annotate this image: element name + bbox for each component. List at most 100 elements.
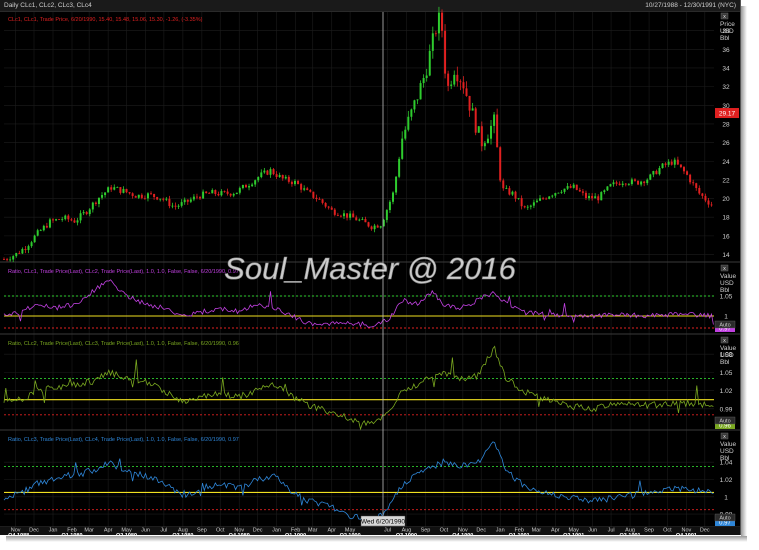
candle-body [637,180,640,185]
candle-body [459,81,462,83]
candle-body [156,197,159,200]
x-quarter-label: Q3 1989 [172,533,193,535]
candle-body [290,181,293,185]
candle-body [627,184,630,185]
candle-body [238,188,241,193]
candle-body [61,219,64,220]
candle-body [588,195,591,199]
candle-body [79,213,82,221]
ratio-series-line [3,441,714,526]
pane-close-icon: x [723,14,726,20]
candle-body [548,196,551,199]
candle-body [73,220,76,223]
candle-body [667,161,670,165]
y-tick-label: 1 [724,314,728,321]
y-tick-label: 1.02 [720,477,733,484]
candle-body [235,192,238,195]
candle-body [578,189,581,192]
candle-body [300,184,303,190]
candle-body [202,191,205,199]
candle-body [177,205,180,207]
candle-body [162,198,165,200]
candle-body [248,186,251,188]
auto-scale-label: Auto [719,419,730,425]
candle-body [67,215,70,220]
candle-body [55,219,58,221]
x-month-label: Mar [308,528,318,534]
y-tick-label: 1.02 [720,388,733,395]
candle-body [584,192,587,199]
candle-body [309,190,312,192]
auto-scale-label: Auto [719,323,730,329]
candle-body [545,198,548,200]
candle-body [306,188,309,191]
candle-body [603,190,606,193]
x-quarter-label: Q1 1989 [61,533,82,535]
candle-body [695,183,698,188]
x-month-label: Jan [272,528,281,534]
candle-body [640,181,643,185]
last-price-label: 29.17 [719,111,736,118]
candle-body [232,194,235,196]
candle-body [101,195,104,198]
candle-body [146,193,149,199]
candle-body [633,179,636,181]
chart-canvas[interactable]: CLc1, CLc1, Trade Price, 6/20/1990, 15.4… [0,0,740,535]
candle-body [658,168,661,175]
candle-body [428,50,431,76]
candle-body [686,171,689,175]
candle-body [431,33,434,51]
candle-body [42,225,45,231]
candle-body [153,193,156,198]
candle-body [171,205,174,207]
candle-body [373,225,376,230]
candle-body [505,188,508,189]
candle-body [370,226,373,230]
x-quarter-label: Q1 1991 [509,533,530,535]
candle-body [263,170,266,173]
x-quarter-label: Q2 1989 [116,533,137,535]
candle-body [600,192,603,201]
candle-body [229,193,232,196]
y-tick-label: 28 [722,121,730,128]
candle-body [444,30,447,74]
candle-body [520,198,523,207]
candle-body [211,190,214,194]
candle-body [407,116,410,130]
candle-body [189,199,192,202]
candle-body [437,12,440,34]
candle-body [490,125,493,139]
candle-body [532,202,535,206]
candle-body [113,187,116,190]
candle-body [223,191,226,192]
candle-body [82,212,85,214]
x-quarter-label: Q3 1990 [396,533,417,535]
x-month-label: Mar [84,528,94,534]
candle-body [192,196,195,200]
candle-body [21,249,24,254]
y-tick-label: 36 [722,47,730,54]
candle-body [168,198,171,207]
x-month-label: Jun [141,528,150,534]
ratio-series-line [3,279,714,328]
candle-body [661,163,664,169]
candle-body [48,219,51,228]
candle-body [655,171,658,175]
y-tick-label: 32 [722,84,730,91]
candle-body [174,205,177,207]
candle-body [410,109,413,117]
candle-body [131,193,134,197]
y-tick-label: 1.05 [720,294,733,301]
candle-body [64,215,67,220]
candle-body [404,129,407,139]
candle-body [30,242,33,247]
candle-body [618,183,621,186]
candle-body [480,126,483,147]
candle-body [477,126,480,133]
candle-body [704,195,707,201]
candle-body [352,213,355,218]
y-tick-label: 34 [722,65,730,72]
candle-body [70,219,73,221]
x-month-label: Sep [644,528,654,534]
candle-body [398,158,401,177]
